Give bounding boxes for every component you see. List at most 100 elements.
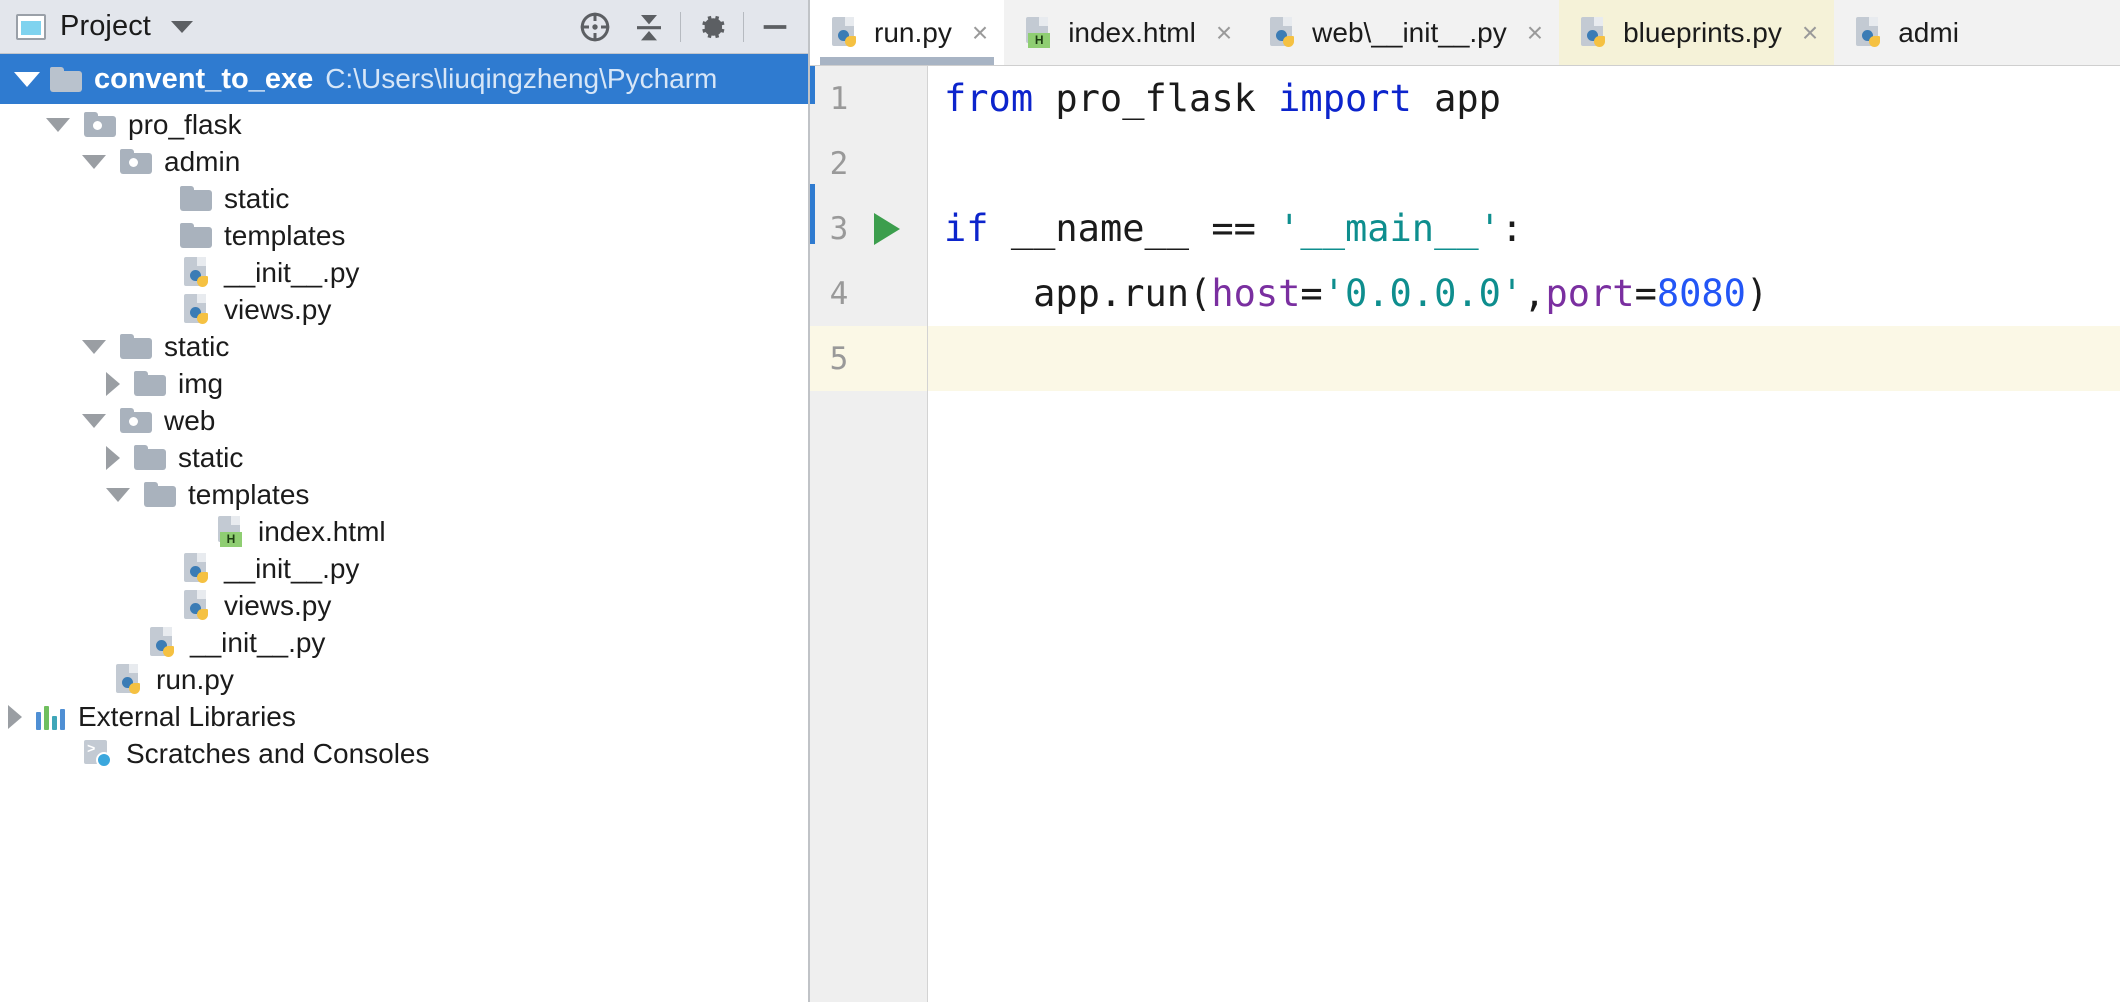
expand-arrow-icon[interactable]: [106, 372, 120, 396]
project-panel-toolbar: Project: [0, 0, 808, 54]
tree-item-label: External Libraries: [78, 701, 296, 733]
package-folder-icon: [120, 149, 152, 174]
chevron-down-icon[interactable]: [171, 21, 193, 33]
tree-row[interactable]: static: [0, 180, 808, 217]
gutter-line[interactable]: 4: [810, 261, 927, 326]
editor-tab-label: index.html: [1068, 17, 1196, 49]
tree-row[interactable]: img: [0, 365, 808, 402]
tree-row[interactable]: admin: [0, 143, 808, 180]
code-line[interactable]: app.run(host='0.0.0.0',port=8080): [928, 261, 2120, 326]
editor-gutter[interactable]: 1 234 5: [810, 66, 928, 1002]
code-line[interactable]: from pro_flask import app: [928, 66, 2120, 131]
tree-item-label: views.py: [224, 294, 331, 326]
editor-tab[interactable]: admi: [1834, 0, 1975, 65]
code-token: if: [944, 207, 989, 250]
tree-item-label: templates: [224, 220, 345, 252]
tree-row[interactable]: web: [0, 402, 808, 439]
editor-tab-label: run.py: [874, 17, 952, 49]
gutter-line[interactable]: 2: [810, 131, 927, 196]
python-file-icon: [1270, 17, 1298, 49]
code-token: import: [1278, 77, 1412, 120]
editor-tab-bar: run.py×Hindex.html×web\__init__.py×bluep…: [810, 0, 2120, 66]
code-text: app.run(host='0.0.0.0',port=8080): [928, 261, 2120, 326]
tree-row[interactable]: views.py: [0, 587, 808, 624]
folder-icon: [180, 186, 212, 211]
code-lines[interactable]: from pro_flask import app if __name__ == …: [928, 66, 2120, 1002]
gutter-line[interactable]: 1: [810, 66, 927, 131]
collapse-arrow-icon[interactable]: [46, 118, 70, 132]
code-token: :: [1501, 207, 1523, 250]
line-number: 1: [824, 81, 854, 117]
gutter-line[interactable]: 3: [810, 196, 927, 261]
toolbar-divider-2: [743, 12, 744, 42]
gear-icon[interactable]: [685, 3, 739, 51]
expand-arrow-icon[interactable]: [106, 446, 120, 470]
tree-row[interactable]: __init__.py: [0, 550, 808, 587]
code-line[interactable]: [928, 326, 2120, 391]
tree-row[interactable]: >Scratches and Consoles: [0, 735, 808, 772]
project-panel-label: Project: [60, 10, 151, 43]
tree-row[interactable]: templates: [0, 217, 808, 254]
tree-row[interactable]: __init__.py: [0, 624, 808, 661]
minimize-icon[interactable]: [748, 3, 802, 51]
code-token: host: [1211, 272, 1300, 315]
folder-icon: [134, 445, 166, 470]
expand-arrow-icon[interactable]: [8, 705, 22, 729]
arrow-spacer: [180, 527, 204, 537]
tree-row[interactable]: pro_flask: [0, 106, 808, 143]
collapse-arrow-icon[interactable]: [82, 414, 106, 428]
code-line[interactable]: [928, 131, 2120, 196]
tree-item-label: static: [178, 442, 243, 474]
arrow-spacer: [46, 749, 70, 759]
tree-row[interactable]: __init__.py: [0, 254, 808, 291]
folder-icon: [134, 371, 166, 396]
folder-icon: [120, 334, 152, 359]
tree-item-label: img: [178, 368, 223, 400]
code-text: if __name__ == '__main__':: [928, 196, 2120, 261]
tree-item-label: __init__.py: [224, 257, 359, 289]
editor-tab[interactable]: blueprints.py×: [1559, 0, 1834, 65]
package-folder-icon: [120, 408, 152, 433]
code-token: =: [1635, 272, 1657, 315]
locate-icon[interactable]: [568, 3, 622, 51]
python-file-icon: [184, 257, 212, 289]
code-line[interactable]: if __name__ == '__main__':: [928, 196, 2120, 261]
collapse-all-icon[interactable]: [622, 3, 676, 51]
folder-icon: [50, 67, 82, 92]
tree-item-label: admin: [164, 146, 240, 178]
tree-row[interactable]: run.py: [0, 661, 808, 698]
play-triangle-icon[interactable]: [874, 213, 900, 245]
close-icon[interactable]: ×: [1527, 19, 1543, 47]
code-token: ): [1746, 272, 1768, 315]
tree-item-label: static: [164, 331, 229, 363]
expand-arrow-icon[interactable]: [14, 72, 40, 87]
tree-row[interactable]: static: [0, 328, 808, 365]
project-root-row[interactable]: convent_to_exe C:\Users\liuqingzheng\Pyc…: [0, 54, 808, 104]
close-icon[interactable]: ×: [972, 19, 988, 47]
code-editor-area[interactable]: 1 234 5 from pro_flask import app if __name…: [810, 66, 2120, 1002]
collapse-arrow-icon[interactable]: [82, 340, 106, 354]
line-number: 5: [824, 341, 854, 377]
editor-tab[interactable]: Hindex.html×: [1004, 0, 1248, 65]
project-root-path: C:\Users\liuqingzheng\Pycharm: [325, 63, 717, 95]
tree-item-label: Scratches and Consoles: [126, 738, 430, 770]
project-file-tree: pro_flaskadminstatictemplates__init__.py…: [0, 104, 808, 772]
tree-row[interactable]: static: [0, 439, 808, 476]
editor-pane: run.py×Hindex.html×web\__init__.py×bluep…: [810, 0, 2120, 1002]
tree-row[interactable]: templates: [0, 476, 808, 513]
tree-item-label: __init__.py: [190, 627, 325, 659]
tree-row[interactable]: Hindex.html: [0, 513, 808, 550]
python-file-icon: [184, 590, 212, 622]
editor-tab[interactable]: web\__init__.py×: [1248, 0, 1559, 65]
collapse-arrow-icon[interactable]: [106, 488, 130, 502]
collapse-arrow-icon[interactable]: [82, 155, 106, 169]
close-icon[interactable]: ×: [1802, 19, 1818, 47]
close-icon[interactable]: ×: [1216, 19, 1232, 47]
gutter-line[interactable]: 5: [810, 326, 927, 391]
tree-row[interactable]: views.py: [0, 291, 808, 328]
package-folder-icon: [84, 112, 116, 137]
python-file-icon: [184, 294, 212, 326]
arrow-spacer: [142, 194, 166, 204]
tree-row[interactable]: External Libraries: [0, 698, 808, 735]
editor-tab[interactable]: run.py ×: [810, 0, 1004, 65]
